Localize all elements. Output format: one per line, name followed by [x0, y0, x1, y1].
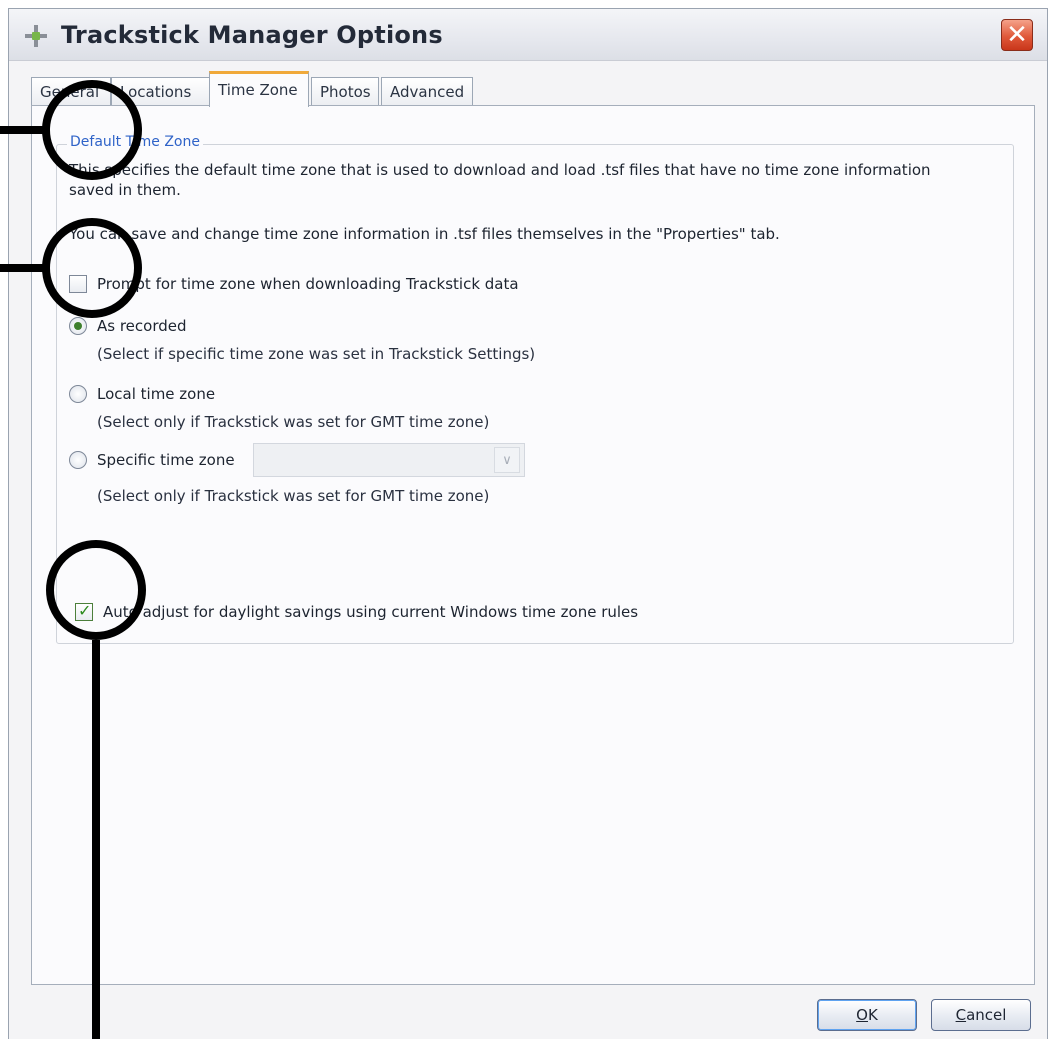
radio-specific-time-zone-label[interactable]: Specific time zone: [97, 451, 235, 469]
prompt-time-zone-label[interactable]: Prompt for time zone when downloading Tr…: [97, 275, 519, 293]
callout-circle-prompt: [42, 218, 142, 318]
tab-photos[interactable]: Photos: [311, 77, 379, 105]
options-dialog: Trackstick Manager Options ✕ General Loc…: [8, 8, 1048, 1039]
trackstick-crosshair-icon: [23, 23, 49, 49]
description-line-2: saved in them.: [69, 181, 181, 199]
ok-button[interactable]: OK: [817, 999, 917, 1031]
close-button[interactable]: ✕: [1001, 19, 1033, 51]
radio-local-time-zone-hint: (Select only if Trackstick was set for G…: [97, 413, 490, 431]
tab-time-zone[interactable]: Time Zone: [209, 71, 309, 107]
cancel-button[interactable]: Cancel: [931, 999, 1031, 1031]
cancel-label-rest: ancel: [966, 1006, 1007, 1024]
callout-circle-group-title: [42, 80, 142, 180]
radio-as-recorded-hint: (Select if specific time zone was set in…: [97, 345, 536, 363]
daylight-savings-label[interactable]: Auto adjust for daylight savings using c…: [103, 603, 638, 621]
callout-line-group-title: [0, 126, 44, 134]
chevron-down-icon[interactable]: ∨: [494, 447, 520, 473]
radio-as-recorded-label[interactable]: As recorded: [97, 317, 187, 335]
callout-line-daylight: [92, 640, 100, 1039]
radio-as-recorded[interactable]: [69, 317, 87, 335]
callout-line-prompt: [0, 264, 44, 272]
radio-local-time-zone[interactable]: [69, 385, 87, 403]
properties-note: You can save and change time zone inform…: [69, 225, 780, 243]
description-line-1: This specifies the default time zone tha…: [69, 161, 931, 179]
ok-accelerator: O: [856, 1006, 868, 1024]
radio-specific-time-zone-hint: (Select only if Trackstick was set for G…: [97, 487, 490, 505]
window-title: Trackstick Manager Options: [61, 21, 443, 49]
ok-label-rest: K: [867, 1006, 878, 1024]
specific-time-zone-select[interactable]: ∨: [253, 443, 525, 477]
callout-circle-daylight: [46, 540, 146, 640]
cancel-accelerator: C: [955, 1006, 967, 1024]
close-icon: ✕: [1006, 20, 1028, 50]
tab-advanced[interactable]: Advanced: [381, 77, 473, 105]
radio-specific-time-zone[interactable]: [69, 451, 87, 469]
radio-local-time-zone-label[interactable]: Local time zone: [97, 385, 215, 403]
tab-panel-time-zone: Default Time Zone This specifies the def…: [31, 105, 1035, 985]
title-bar[interactable]: Trackstick Manager Options ✕: [9, 9, 1047, 61]
default-time-zone-group: Default Time Zone This specifies the def…: [56, 134, 1014, 644]
